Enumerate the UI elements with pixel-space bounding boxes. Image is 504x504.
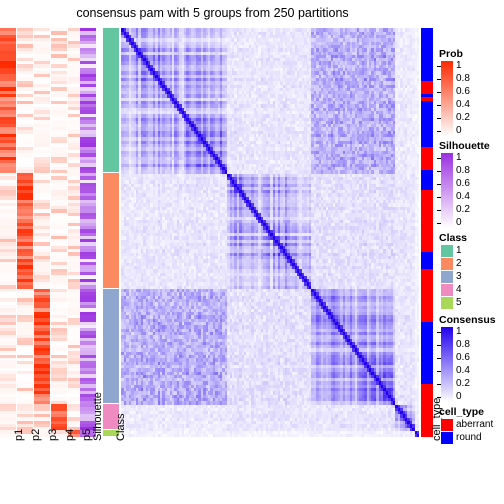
axis-label-p4: p4 xyxy=(63,428,76,441)
legend-item-label-class-1: 1 xyxy=(456,245,462,256)
legend-swatch-class-1 xyxy=(441,245,453,257)
legend-tick-consensus-3 xyxy=(437,371,441,372)
heatmap-figure: consensus pam with 5 groups from 250 par… xyxy=(0,0,504,504)
legend-title-consensus: Consensus xyxy=(439,314,496,326)
legend-tick-label-prob-0: 1 xyxy=(456,60,462,71)
legend-tick-consensus-2 xyxy=(437,358,441,359)
axis-label-p5: p5 xyxy=(80,428,93,441)
legend-tick-consensus-0 xyxy=(437,332,441,333)
legend-tick-silhouette-2 xyxy=(437,184,441,185)
legend-tick-label-prob-4: 0.2 xyxy=(456,112,470,123)
axis-label-class: Class xyxy=(115,413,127,441)
axis-label-p2: p2 xyxy=(29,428,42,441)
legend-tick-prob-3 xyxy=(437,105,441,106)
legend-title-prob: Prob xyxy=(439,48,463,60)
legend-tick-label-silhouette-3: 0.4 xyxy=(456,191,470,202)
page-title: consensus pam with 5 groups from 250 par… xyxy=(76,6,349,20)
axis-label-p1: p1 xyxy=(12,428,25,441)
legend-tick-label-silhouette-5: 0 xyxy=(456,217,462,228)
legend-item-label-class-4: 4 xyxy=(456,284,462,295)
legend-panel: Prob 1 0.8 0.6 0.4 0.2 0 Silhouette 1 0.8 0.6 0.4 0.… xyxy=(436,30,504,460)
legend-tick-prob-1 xyxy=(437,79,441,80)
legend-tick-label-prob-2: 0.6 xyxy=(456,86,470,97)
legend-tick-label-consensus-4: 0.2 xyxy=(456,378,470,389)
legend-tick-label-prob-5: 0 xyxy=(456,125,462,136)
axis-label-p3: p3 xyxy=(46,428,59,441)
legend-tick-prob-0 xyxy=(437,66,441,67)
legend-gradient-consensus xyxy=(441,327,453,402)
cell-type-annotation-bar xyxy=(421,28,433,437)
legend-item-label-cell-type-aberrant: aberrant xyxy=(456,419,494,430)
legend-tick-label-silhouette-1: 0.8 xyxy=(456,165,470,176)
consensus-matrix-heatmap xyxy=(121,28,419,437)
legend-tick-label-consensus-2: 0.6 xyxy=(456,352,470,363)
legend-item-label-class-3: 3 xyxy=(456,271,462,282)
legend-swatch-class-5 xyxy=(441,297,453,309)
legend-tick-prob-2 xyxy=(437,92,441,93)
legend-gradient-silhouette xyxy=(441,153,453,228)
legend-tick-label-silhouette-4: 0.2 xyxy=(456,204,470,215)
legend-item-label-cell-type-round: round xyxy=(456,432,482,443)
legend-item-label-class-5: 5 xyxy=(456,297,462,308)
legend-swatch-class-4 xyxy=(441,284,453,296)
legend-tick-silhouette-4 xyxy=(437,210,441,211)
legend-tick-label-silhouette-2: 0.6 xyxy=(456,178,470,189)
legend-gradient-prob xyxy=(441,61,453,136)
legend-tick-prob-4 xyxy=(437,118,441,119)
legend-tick-consensus-4 xyxy=(437,384,441,385)
legend-tick-label-prob-3: 0.4 xyxy=(456,99,470,110)
legend-title-cell-type: cell_type xyxy=(439,406,484,418)
legend-tick-silhouette-0 xyxy=(437,158,441,159)
legend-title-class: Class xyxy=(439,232,468,244)
legend-tick-silhouette-5 xyxy=(437,223,441,224)
legend-tick-label-consensus-1: 0.8 xyxy=(456,339,470,350)
legend-tick-consensus-1 xyxy=(437,345,441,346)
membership-probability-heatmap xyxy=(0,28,85,437)
legend-swatch-cell-type-round xyxy=(441,432,453,444)
legend-tick-label-prob-1: 0.8 xyxy=(456,73,470,84)
legend-swatch-class-2 xyxy=(441,258,453,270)
legend-title-silhouette: Silhouette xyxy=(439,140,490,152)
class-annotation-bar xyxy=(103,28,119,437)
legend-swatch-cell-type-aberrant xyxy=(441,419,453,431)
legend-tick-prob-5 xyxy=(437,131,441,132)
legend-tick-label-consensus-5: 0 xyxy=(456,391,462,402)
legend-tick-silhouette-1 xyxy=(437,171,441,172)
legend-swatch-class-3 xyxy=(441,271,453,283)
legend-tick-label-consensus-0: 1 xyxy=(456,326,462,337)
legend-tick-label-consensus-3: 0.4 xyxy=(456,365,470,376)
axis-label-silhouette: Silhouette xyxy=(92,392,104,441)
legend-tick-consensus-5 xyxy=(437,397,441,398)
legend-tick-silhouette-3 xyxy=(437,197,441,198)
legend-item-label-class-2: 2 xyxy=(456,258,462,269)
silhouette-annotation-bar xyxy=(80,28,96,437)
legend-tick-label-silhouette-0: 1 xyxy=(456,152,462,163)
